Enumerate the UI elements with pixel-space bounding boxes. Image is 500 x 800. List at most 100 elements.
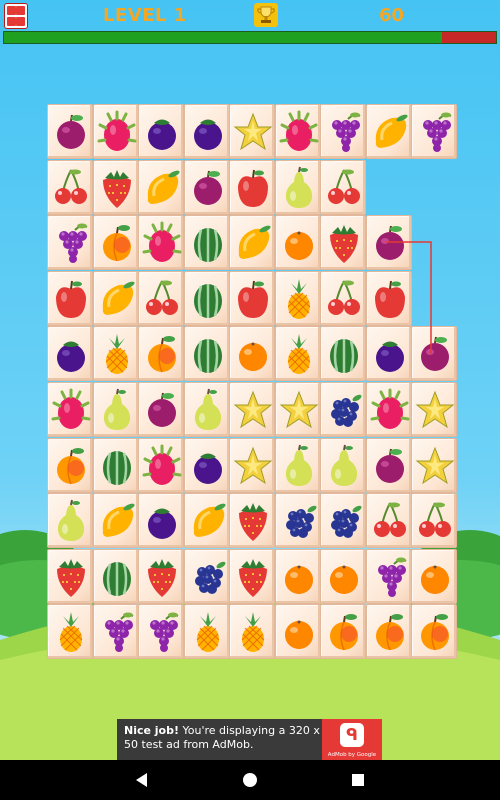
fruit-tile[interactable] (365, 270, 412, 326)
fruit-tile[interactable] (92, 326, 139, 382)
fruit-tile[interactable] (138, 604, 184, 660)
mangosteen-icon (193, 119, 222, 150)
pineapple-icon (105, 334, 128, 375)
fruit-tile[interactable] (47, 215, 93, 271)
fruit-tile[interactable] (320, 270, 366, 326)
fruit-tile[interactable] (92, 104, 139, 159)
fruit-tile[interactable] (320, 326, 366, 382)
fruit-tile[interactable] (365, 215, 412, 271)
fruit-tile[interactable] (320, 104, 366, 159)
fruit-tile[interactable] (229, 437, 275, 493)
fruit-tile[interactable] (92, 382, 139, 437)
fruit-tile[interactable] (320, 159, 366, 215)
fruit-tile[interactable] (320, 493, 366, 549)
fruit-tile[interactable] (274, 159, 321, 215)
fruit-tile[interactable] (365, 382, 412, 437)
fruit-tile[interactable] (183, 437, 230, 493)
fruit-tile[interactable] (138, 382, 184, 437)
fruit-tile[interactable] (274, 548, 321, 604)
fruit-tile[interactable] (274, 604, 321, 660)
fruit-tile[interactable] (47, 104, 93, 159)
fruit-tile[interactable] (274, 104, 321, 159)
fruit-tile[interactable] (138, 159, 184, 215)
fruit-tile[interactable] (411, 493, 457, 549)
fruit-tile[interactable] (92, 159, 139, 215)
fruit-tile[interactable] (47, 382, 93, 437)
fruit-tile[interactable] (411, 326, 457, 382)
fruit-tile[interactable] (274, 270, 321, 326)
fruit-tile[interactable] (92, 270, 139, 326)
fruit-tile[interactable] (274, 493, 321, 549)
fruit-tile[interactable] (320, 215, 366, 271)
fruit-tile[interactable] (274, 437, 321, 493)
fruit-tile[interactable] (47, 493, 93, 549)
fruit-tile[interactable] (92, 437, 139, 493)
fruit-tile[interactable] (365, 326, 412, 382)
fruit-tile[interactable] (365, 104, 412, 159)
fruit-tile[interactable] (183, 215, 230, 271)
fruit-tile[interactable] (365, 604, 412, 660)
fruit-tile[interactable] (47, 604, 93, 660)
fruit-tile[interactable] (183, 270, 230, 326)
fruit-tile[interactable] (183, 159, 230, 215)
fruit-tile[interactable] (411, 604, 457, 660)
fruit-tile[interactable] (229, 604, 275, 660)
grapes-icon (150, 612, 179, 653)
home-circle-icon[interactable] (240, 770, 260, 790)
recents-square-icon[interactable] (348, 770, 368, 790)
fruit-tile[interactable] (92, 215, 139, 271)
fruit-tile[interactable] (365, 493, 412, 549)
fruit-tile[interactable] (138, 326, 184, 382)
fruit-tile[interactable] (47, 159, 93, 215)
strawberry-icon (239, 503, 267, 542)
watermelon-icon (193, 339, 222, 374)
mango-icon (102, 281, 135, 315)
fruit-tile[interactable] (320, 437, 366, 493)
fruit-tile[interactable] (365, 548, 412, 604)
fruit-tile[interactable] (138, 548, 184, 604)
fruit-tile[interactable] (320, 548, 366, 604)
fruit-tile[interactable] (92, 493, 139, 549)
back-triangle-icon[interactable] (132, 770, 152, 790)
fruit-tile[interactable] (274, 326, 321, 382)
fruit-tile[interactable] (47, 437, 93, 493)
fruit-tile[interactable] (365, 437, 412, 493)
fruit-tile[interactable] (183, 493, 230, 549)
fruit-tile[interactable] (411, 382, 457, 437)
fruit-tile[interactable] (411, 548, 457, 604)
fruit-tile[interactable] (47, 270, 93, 326)
fruit-tile[interactable] (320, 382, 366, 437)
fruit-tile[interactable] (183, 326, 230, 382)
fruit-tile[interactable] (229, 159, 275, 215)
admob-banner[interactable]: Nice job! You're displaying a 320 x 50 t… (117, 719, 382, 760)
fruit-tile[interactable] (229, 326, 275, 382)
fruit-tile[interactable] (138, 437, 184, 493)
fruit-tile[interactable] (229, 104, 275, 159)
peach-icon (57, 447, 85, 484)
fruit-tile[interactable] (411, 437, 457, 493)
fruit-tile[interactable] (411, 104, 457, 159)
fruit-tile[interactable] (183, 104, 230, 159)
fruit-tile[interactable] (138, 215, 184, 271)
fruit-tile[interactable] (92, 548, 139, 604)
fruit-tile[interactable] (47, 326, 93, 382)
fruit-tile[interactable] (92, 604, 139, 660)
fruit-tile[interactable] (229, 215, 275, 271)
fruit-tile[interactable] (229, 270, 275, 326)
fruit-tile[interactable] (274, 215, 321, 271)
fruit-tile[interactable] (183, 604, 230, 660)
fruit-tile[interactable] (229, 548, 275, 604)
fruit-tile[interactable] (229, 382, 275, 437)
fruit-tile[interactable] (47, 548, 93, 604)
ad-logo-caption: AdMob by Google (327, 752, 377, 758)
fruit-tile[interactable] (183, 548, 230, 604)
fruit-tile[interactable] (274, 382, 321, 437)
fruit-tile[interactable] (138, 270, 184, 326)
apple-icon (238, 169, 268, 207)
admob-logo[interactable]: ᑫ AdMob by Google (322, 719, 382, 760)
fruit-tile[interactable] (138, 104, 184, 159)
fruit-tile[interactable] (138, 493, 184, 549)
fruit-tile[interactable] (183, 382, 230, 437)
fruit-tile[interactable] (320, 604, 366, 660)
fruit-tile[interactable] (229, 493, 275, 549)
